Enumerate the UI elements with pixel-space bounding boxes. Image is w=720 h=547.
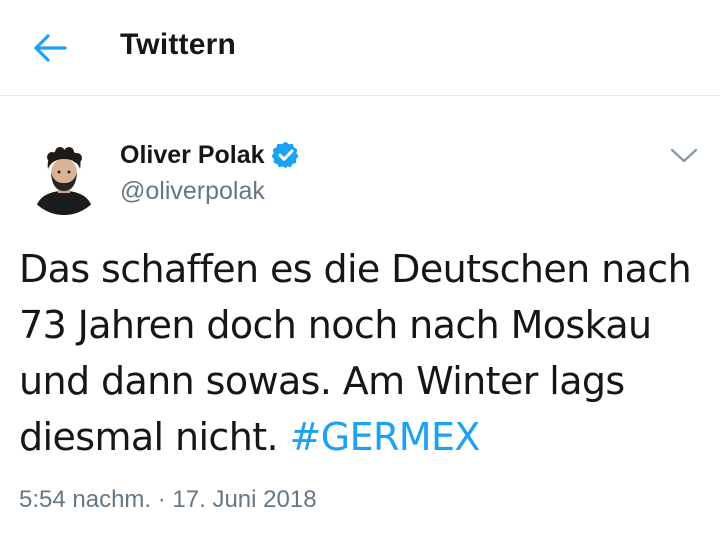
chevron-down-icon: [670, 148, 698, 163]
tweet-date: 17. Juni 2018: [172, 486, 317, 513]
author-name[interactable]: Oliver Polak: [120, 141, 265, 170]
hashtag-link[interactable]: #GERMEX: [289, 415, 480, 459]
verified-badge-icon: [271, 141, 299, 169]
tweet-timestamp: 5:54 nachm. · 17. Juni 2018: [19, 486, 317, 514]
tweet-detail-screen: Twittern Oliver Polak @oliverpolak Das s…: [0, 0, 720, 547]
tweet-line: und dann sowas. Am Winter lags: [19, 359, 625, 403]
top-bar: Twittern: [0, 0, 720, 96]
avatar[interactable]: [24, 135, 104, 215]
tweet-menu-button[interactable]: [662, 136, 706, 176]
timestamp-separator: ·: [151, 486, 173, 513]
author-handle[interactable]: @oliverpolak: [120, 177, 265, 206]
tweet-text: Das schaffen es die Deutschen nach 73 Ja…: [19, 241, 709, 465]
tweet-time: 5:54 nachm.: [19, 486, 152, 513]
tweet-line: diesmal nicht.: [19, 415, 290, 459]
author-name-row[interactable]: Oliver Polak: [120, 140, 301, 170]
arrow-left-icon: [34, 34, 67, 62]
tweet-line-last: diesmal nicht. #GERMEX: [19, 409, 709, 465]
tweet-line: Das schaffen es die Deutschen nach: [19, 247, 692, 291]
page-title: Twittern: [120, 28, 237, 61]
tweet-line: 73 Jahren doch noch nach Moskau: [19, 303, 652, 347]
avatar-image: [24, 135, 104, 215]
back-button[interactable]: [26, 24, 74, 72]
